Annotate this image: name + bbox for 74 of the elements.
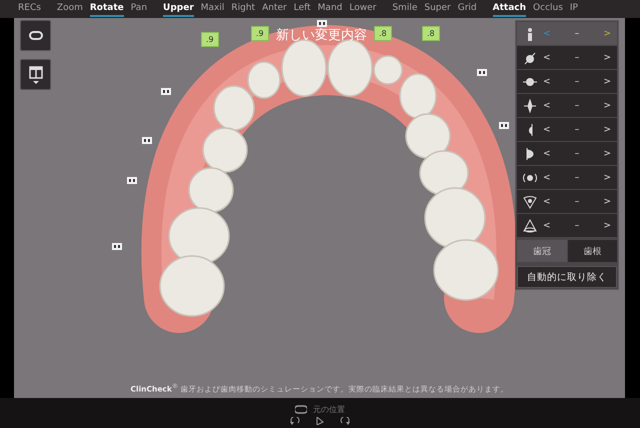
next-button[interactable]: > bbox=[603, 52, 611, 62]
attachment-marker-icon bbox=[127, 177, 137, 184]
value-text: – bbox=[574, 28, 580, 38]
reset-position-button[interactable]: 元の位置 bbox=[295, 404, 345, 415]
attachment-row[interactable]: < – > bbox=[517, 70, 617, 93]
layout-tool-button[interactable] bbox=[20, 59, 51, 90]
rotate-right-icon[interactable] bbox=[340, 417, 350, 425]
value-text: – bbox=[574, 52, 580, 62]
menu-tab[interactable]: RECs bbox=[18, 1, 41, 17]
attachment-row[interactable]: < – > bbox=[517, 214, 617, 237]
next-button[interactable]: > bbox=[603, 100, 611, 110]
cone-icon bbox=[523, 194, 537, 208]
previous-button[interactable]: < bbox=[543, 52, 551, 62]
attachment-marker-icon bbox=[317, 20, 327, 27]
attachment-marker-icon bbox=[142, 137, 152, 144]
attachment-row[interactable]: < – > bbox=[517, 190, 617, 213]
value-text: – bbox=[574, 196, 580, 206]
attachment-row[interactable]: < – > bbox=[517, 46, 617, 69]
tooth-tag: .8 bbox=[374, 26, 392, 41]
tooth-tag: .9 bbox=[201, 32, 219, 47]
rotate-left-icon[interactable] bbox=[290, 417, 300, 425]
tooth-tag: .9 bbox=[251, 26, 269, 41]
value-text: – bbox=[574, 100, 580, 110]
triangle-icon bbox=[523, 218, 537, 232]
menu-tab[interactable]: Maxil bbox=[200, 1, 224, 17]
menu-tab[interactable]: Smile bbox=[392, 1, 418, 17]
attachment-row[interactable]: < – > bbox=[517, 166, 617, 189]
cursor-icon[interactable] bbox=[316, 417, 324, 425]
previous-button[interactable]: < bbox=[543, 220, 551, 230]
menu-tab[interactable]: Lower bbox=[349, 1, 376, 17]
next-button[interactable]: > bbox=[603, 220, 611, 230]
previous-button[interactable]: < bbox=[543, 76, 551, 86]
attachment-marker-icon bbox=[112, 243, 122, 250]
previous-button[interactable]: < bbox=[543, 124, 551, 134]
previous-button[interactable]: < bbox=[543, 148, 551, 158]
menu-tab[interactable]: Super bbox=[424, 1, 451, 17]
menu-tab[interactable]: Right bbox=[231, 1, 256, 17]
previous-button[interactable]: < bbox=[543, 172, 551, 182]
next-button[interactable]: > bbox=[603, 124, 611, 134]
attachment-row[interactable]: < – > bbox=[517, 118, 617, 141]
menu-tab[interactable]: Zoom bbox=[56, 1, 83, 17]
attachment-marker-icon bbox=[477, 69, 487, 76]
previous-button[interactable]: < bbox=[543, 196, 551, 206]
next-button[interactable]: > bbox=[603, 28, 611, 38]
attachment-marker-icon bbox=[499, 122, 509, 129]
split-view-icon bbox=[28, 66, 42, 84]
view-tool-button[interactable] bbox=[20, 20, 51, 51]
value-text: – bbox=[574, 220, 580, 230]
part-tab[interactable]: 歯冠 bbox=[517, 240, 566, 262]
attachment-marker-icon bbox=[161, 88, 171, 95]
menu-tab[interactable]: IP bbox=[570, 1, 578, 17]
tooth-tag: .8 bbox=[422, 26, 440, 41]
value-text: – bbox=[574, 76, 580, 86]
auto-remove-button[interactable]: 自動的に取り除く bbox=[517, 266, 617, 288]
part-tab[interactable]: 歯根 bbox=[568, 240, 617, 262]
menu-tab[interactable]: Left bbox=[294, 1, 311, 17]
next-button[interactable]: > bbox=[603, 148, 611, 158]
headline: 新しい変更内容 bbox=[276, 27, 367, 44]
attachment-row[interactable]: < – > bbox=[517, 94, 617, 117]
menu-tab[interactable]: Occlus bbox=[533, 1, 563, 17]
attachment-row[interactable]: < – > bbox=[517, 22, 617, 45]
previous-button[interactable]: < bbox=[543, 100, 551, 110]
menu-tab[interactable]: Anter bbox=[262, 1, 287, 17]
menu-tab[interactable]: Grid bbox=[458, 1, 477, 17]
value-text: – bbox=[574, 124, 580, 134]
ball-icon bbox=[523, 50, 537, 64]
next-button[interactable]: > bbox=[603, 196, 611, 206]
attachment-row[interactable]: < – > bbox=[517, 142, 617, 165]
value-text: – bbox=[574, 148, 580, 158]
next-button[interactable]: > bbox=[603, 172, 611, 182]
menu-tab[interactable]: Pan bbox=[130, 1, 148, 17]
next-button[interactable]: > bbox=[603, 76, 611, 86]
menu-tab[interactable]: Mand bbox=[318, 1, 342, 17]
value-text: – bbox=[574, 172, 580, 182]
